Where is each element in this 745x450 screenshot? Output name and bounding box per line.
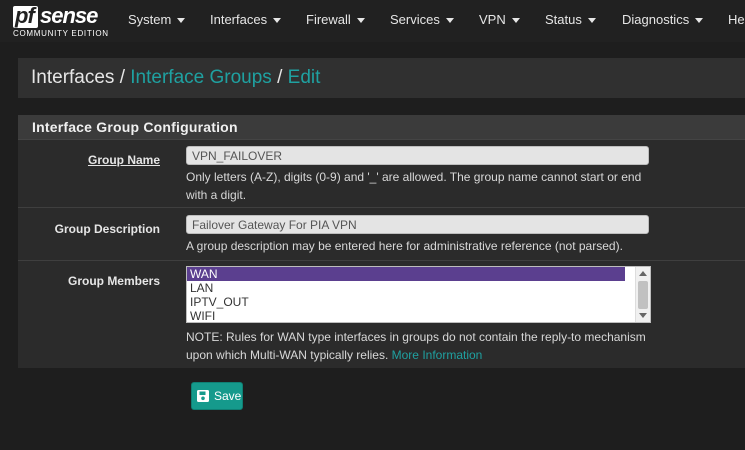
breadcrumb: Interfaces / Interface Groups / Edit: [18, 58, 745, 98]
nav-interfaces-label: Interfaces: [210, 12, 268, 27]
group-members-note: NOTE: Rules for WAN type interfaces in g…: [186, 328, 656, 364]
panel-title: Interface Group Configuration: [32, 119, 238, 135]
member-option-iptv-out[interactable]: IPTV_OUT: [187, 295, 625, 309]
top-navbar: pf sense COMMUNITY EDITION System Interf…: [0, 0, 745, 42]
caret-down-icon: [356, 18, 365, 24]
caret-down-icon: [587, 18, 596, 24]
breadcrumb-interfaces: Interfaces: [31, 67, 115, 88]
nav-services-label: Services: [390, 12, 440, 27]
nav-status-label: Status: [545, 12, 582, 27]
member-option-lan[interactable]: LAN: [187, 281, 625, 295]
logo-edition: COMMUNITY EDITION: [13, 29, 109, 38]
member-option-wifi[interactable]: WIFI: [187, 309, 625, 322]
nav-status[interactable]: Status: [545, 0, 596, 42]
nav-services[interactable]: Services: [390, 0, 454, 42]
caret-down-icon: [177, 18, 186, 24]
scroll-up-arrow-icon[interactable]: [639, 271, 647, 276]
nav-diagnostics[interactable]: Diagnostics: [622, 0, 704, 42]
breadcrumb-separator: /: [114, 67, 131, 88]
nav-system[interactable]: System: [128, 0, 186, 42]
floppy-disk-icon: [197, 390, 209, 402]
save-button[interactable]: Save: [191, 382, 243, 410]
nav-help[interactable]: Hel: [728, 0, 745, 42]
scroll-thumb[interactable]: [638, 281, 648, 309]
group-members-label: Group Members: [67, 274, 160, 288]
row-divider: [18, 260, 745, 261]
caret-down-icon: [273, 18, 282, 24]
breadcrumb-separator: /: [271, 67, 288, 88]
nav-interfaces[interactable]: Interfaces: [210, 0, 282, 42]
pfsense-logo[interactable]: pf sense COMMUNITY EDITION: [12, 3, 108, 40]
nav-help-label: Hel: [728, 12, 745, 27]
group-description-label: Group Description: [54, 222, 160, 236]
nav-firewall-label: Firewall: [306, 12, 351, 27]
nav-system-label: System: [128, 12, 172, 27]
interface-group-panel: Interface Group Configuration Group Name…: [18, 115, 745, 368]
nav-vpn[interactable]: VPN: [479, 0, 520, 42]
save-button-label: Save: [214, 389, 242, 403]
scroll-down-arrow-icon[interactable]: [639, 313, 647, 318]
caret-down-icon: [445, 18, 454, 24]
breadcrumb-interface-groups-link[interactable]: Interface Groups: [130, 67, 272, 88]
breadcrumb-trail: Interfaces / Interface Groups / Edit: [31, 58, 320, 98]
group-name-input[interactable]: [186, 146, 649, 165]
breadcrumb-edit-link[interactable]: Edit: [288, 67, 321, 88]
group-description-input[interactable]: [186, 215, 649, 234]
group-description-help: A group description may be entered here …: [186, 239, 623, 253]
row-divider: [18, 207, 745, 208]
group-name-help: Only letters (A-Z), digits (0-9) and '_'…: [186, 170, 642, 202]
caret-down-icon: [695, 18, 704, 24]
nav-vpn-label: VPN: [479, 12, 506, 27]
group-members-select[interactable]: WAN LAN IPTV_OUT WIFI: [186, 266, 651, 323]
caret-down-icon: [511, 18, 520, 24]
member-option-wan[interactable]: WAN: [187, 267, 625, 281]
group-name-label: Group Name: [87, 153, 160, 167]
nav-diagnostics-label: Diagnostics: [622, 12, 690, 27]
listbox-scrollbar[interactable]: [635, 267, 650, 322]
panel-heading: Interface Group Configuration: [18, 115, 745, 140]
logo-sense-text: sense: [40, 3, 98, 28]
nav-firewall[interactable]: Firewall: [306, 0, 365, 42]
logo-pf-text: pf: [15, 3, 35, 28]
more-information-link[interactable]: More Information: [392, 348, 483, 362]
